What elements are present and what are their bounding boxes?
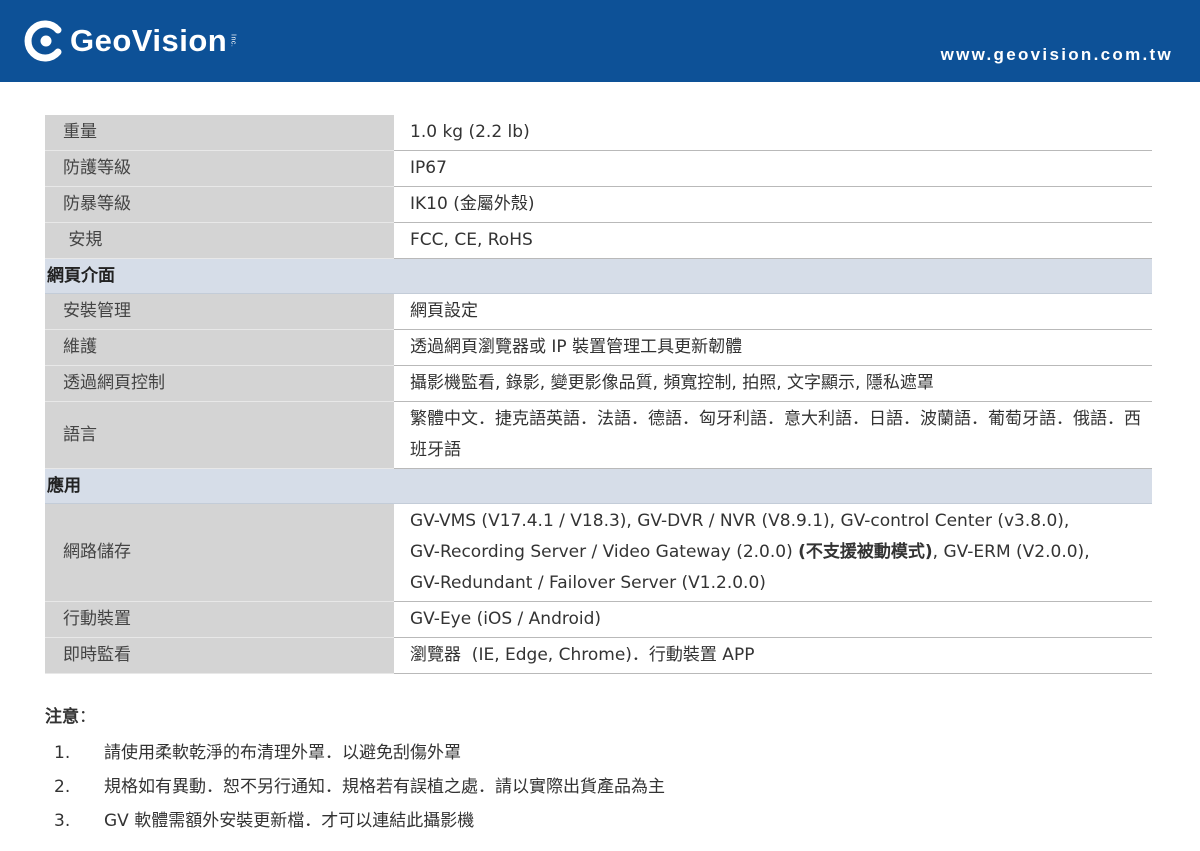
spec-label: 重量 [45, 115, 394, 151]
spec-label: 行動裝置 [45, 601, 394, 638]
spec-label: 安規 [45, 222, 394, 259]
table-row: 維護 透過網頁瀏覽器或 IP 裝置管理工具更新韌體 [45, 329, 1152, 366]
note-text: 規格如有異動．恕不另行通知．規格若有誤植之處．請以實際出貨產品為主 [104, 777, 665, 797]
note-number: 2. [54, 777, 71, 797]
spec-table: 重量 1.0 kg (2.2 lb) 防護等級 IP67 防暴等級 IK10 (… [45, 115, 1152, 674]
section-header-applications: 應用 [45, 468, 1152, 504]
spec-value: IK10 (金屬外殼) [394, 186, 1152, 223]
spec-value: IP67 [394, 150, 1152, 187]
section-title: 應用 [45, 468, 1152, 504]
spec-label: 維護 [45, 329, 394, 366]
website-url[interactable]: www.geovision.com.tw [941, 45, 1173, 65]
spec-value: GV-Eye (iOS / Android) [394, 601, 1152, 638]
list-item: 3. GV 軟體需額外安裝更新檔．才可以連結此攝影機 [45, 804, 1145, 838]
notes-section: 注意： 1. 請使用柔軟乾淨的布清理外罩．以避免刮傷外罩 2. 規格如有異動．恕… [45, 704, 1145, 838]
network-storage-line-2: GV-Recording Server / Video Gateway (2.0… [410, 542, 799, 562]
table-row: 網路儲存 GV-VMS (V17.4.1 / V18.3), GV-DVR / … [45, 503, 1152, 602]
notes-title: 注意： [45, 704, 1145, 730]
table-row: 防護等級 IP67 [45, 150, 1152, 187]
spec-value: 網頁設定 [394, 293, 1152, 330]
table-row: 即時監看 瀏覽器 (IE, Edge, Chrome)．行動裝置 APP [45, 637, 1152, 674]
spec-label: 語言 [45, 401, 394, 469]
page-header: GeoVision Inc. www.geovision.com.tw [0, 0, 1200, 82]
spec-value: GV-VMS (V17.4.1 / V18.3), GV-DVR / NVR (… [394, 503, 1152, 602]
spec-label: 防暴等級 [45, 186, 394, 223]
note-text: GV 軟體需額外安裝更新檔．才可以連結此攝影機 [104, 811, 475, 831]
spec-value: 透過網頁瀏覽器或 IP 裝置管理工具更新韌體 [394, 329, 1152, 366]
table-row: 重量 1.0 kg (2.2 lb) [45, 115, 1152, 151]
network-storage-line-2-end: , GV-ERM (V2.0.0), [932, 542, 1090, 562]
brand-name: GeoVision [70, 23, 228, 58]
spec-label: 安裝管理 [45, 293, 394, 330]
spec-label: 即時監看 [45, 637, 394, 674]
geovision-logo-icon [24, 20, 62, 62]
spec-value: 攝影機監看, 錄影, 變更影像品質, 頻寬控制, 拍照, 文字顯示, 隱私遮罩 [394, 365, 1152, 402]
table-row: 安規 FCC, CE, RoHS [45, 222, 1152, 259]
notes-title-text: 注意 [45, 707, 79, 727]
table-row: 行動裝置 GV-Eye (iOS / Android) [45, 601, 1152, 638]
table-row: 語言 繁體中文．捷克語英語．法語．德語．匈牙利語．意大利語．日語．波蘭語．葡萄牙… [45, 401, 1152, 469]
geovision-logo[interactable]: GeoVision Inc. [22, 16, 236, 66]
brand-suffix: Inc. [229, 34, 237, 48]
spec-label: 透過網頁控制 [45, 365, 394, 402]
passive-mode-note: (不支援被動模式) [798, 542, 933, 562]
note-number: 3. [54, 811, 71, 831]
spec-label: 防護等級 [45, 150, 394, 187]
spec-value: FCC, CE, RoHS [394, 222, 1152, 259]
spec-value: 1.0 kg (2.2 lb) [394, 115, 1152, 151]
spec-value: 瀏覽器 (IE, Edge, Chrome)．行動裝置 APP [394, 637, 1152, 674]
note-text: 請使用柔軟乾淨的布清理外罩．以避免刮傷外罩 [104, 743, 461, 763]
table-row: 透過網頁控制 攝影機監看, 錄影, 變更影像品質, 頻寬控制, 拍照, 文字顯示… [45, 365, 1152, 402]
section-title: 網頁介面 [45, 258, 1152, 294]
list-item: 1. 請使用柔軟乾淨的布清理外罩．以避免刮傷外罩 [45, 736, 1145, 770]
spec-value: 繁體中文．捷克語英語．法語．德語．匈牙利語．意大利語．日語．波蘭語．葡萄牙語．俄… [394, 401, 1152, 469]
list-item: 2. 規格如有異動．恕不另行通知．規格若有誤植之處．請以實際出貨產品為主 [45, 770, 1145, 804]
spec-label: 網路儲存 [45, 503, 394, 602]
table-row: 防暴等級 IK10 (金屬外殼) [45, 186, 1152, 223]
section-header-web-interface: 網頁介面 [45, 258, 1152, 294]
network-storage-line-3: GV-Redundant / Failover Server (V1.2.0.0… [410, 573, 766, 593]
note-number: 1. [54, 743, 71, 763]
table-row: 安裝管理 網頁設定 [45, 293, 1152, 330]
notes-title-colon: ： [79, 707, 96, 727]
network-storage-line-1: GV-VMS (V17.4.1 / V18.3), GV-DVR / NVR (… [410, 511, 1070, 531]
